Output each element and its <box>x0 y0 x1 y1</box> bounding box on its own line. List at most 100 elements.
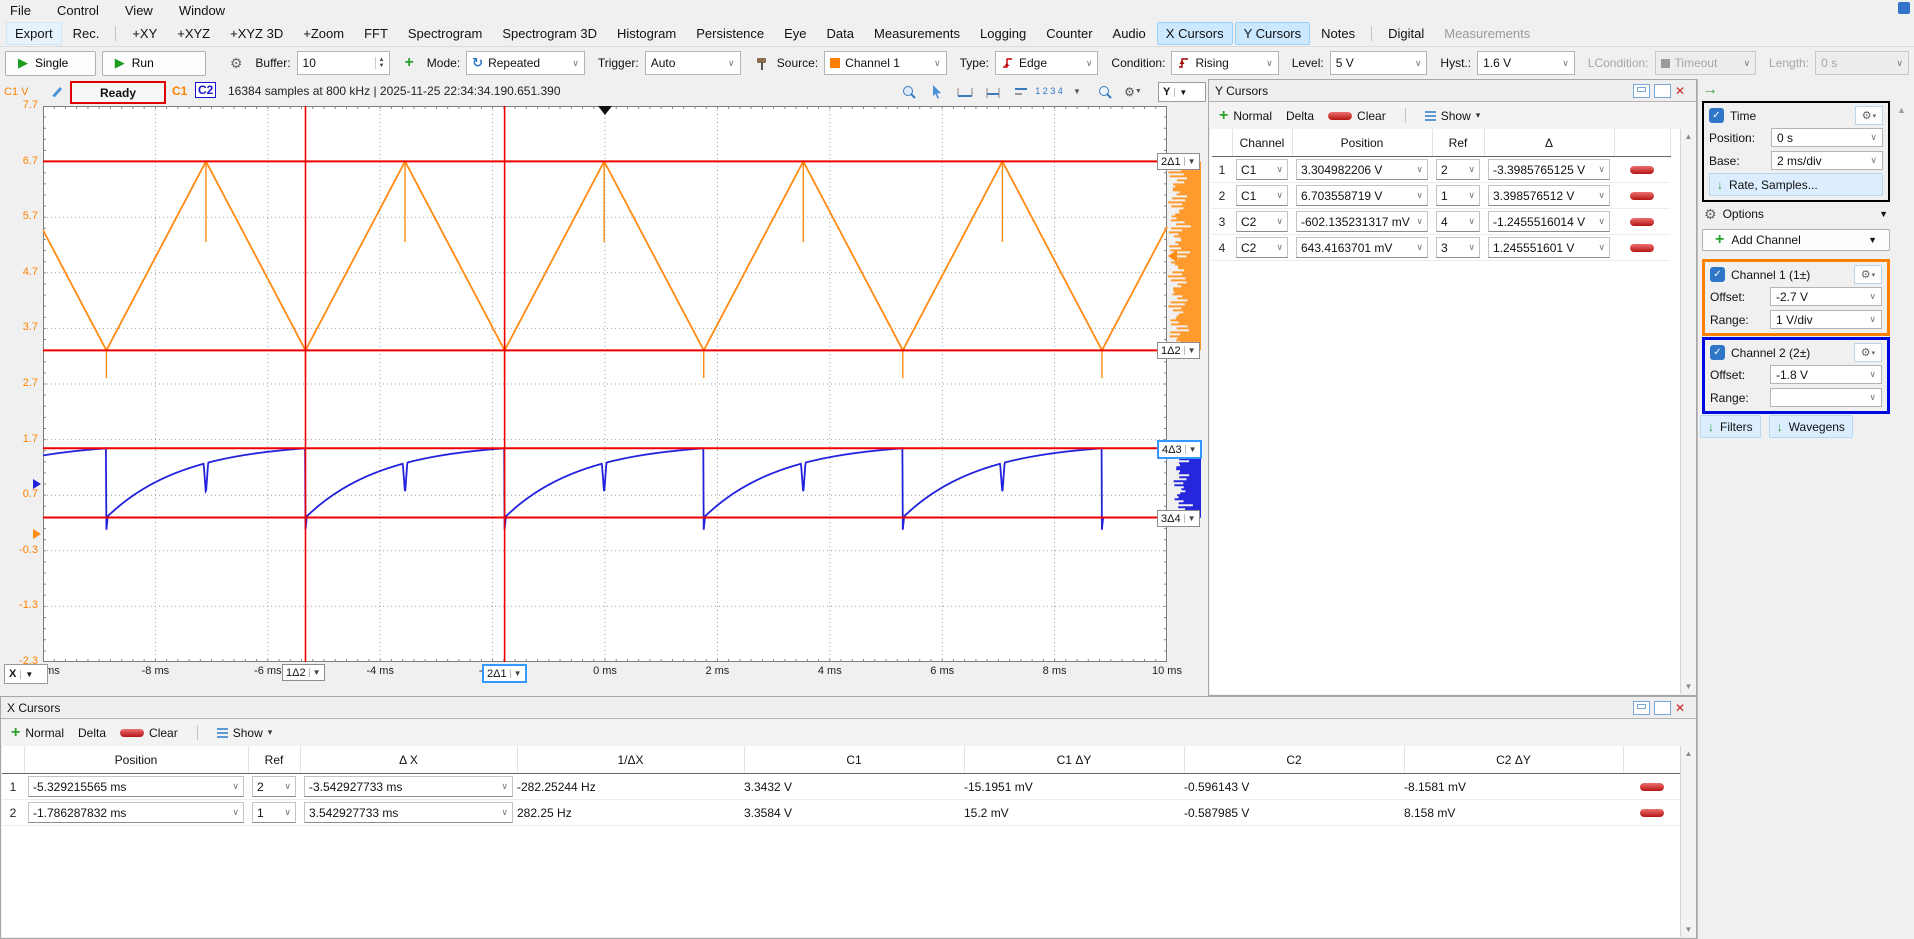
channel1-badge[interactable]: C1 <box>172 84 187 98</box>
spinner-arrows-icon[interactable]: ▲▼ <box>375 57 385 69</box>
delta-select[interactable]: -1.2455516014 V∨ <box>1488 211 1610 232</box>
tab-spectrogram-3d[interactable]: Spectrogram 3D <box>493 22 606 45</box>
fit-horizontal-icon[interactable] <box>954 82 976 101</box>
average-plus-icon[interactable]: + <box>404 54 413 72</box>
ref-select[interactable]: 2∨ <box>252 776 296 797</box>
lcondition-select[interactable]: Timeout ∨ <box>1655 51 1757 75</box>
ref-select[interactable]: 1∨ <box>252 802 296 823</box>
wavegens-button[interactable]: ↓ Wavegens <box>1769 415 1853 438</box>
scroll-down-icon[interactable]: ▼ <box>1685 682 1693 691</box>
tab--xyz-3d[interactable]: +XYZ 3D <box>221 22 292 45</box>
tab-spectrogram[interactable]: Spectrogram <box>399 22 491 45</box>
tab-y-cursors[interactable]: Y Cursors <box>1235 22 1311 45</box>
channel1-offset-select[interactable]: -2.7 V∨ <box>1770 287 1882 306</box>
y-cursor-tag-4[interactable]: 3Δ4▼ <box>1157 510 1200 527</box>
channel-select[interactable]: C2∨ <box>1236 237 1288 258</box>
length-select[interactable]: 0 s ∨ <box>1815 51 1909 75</box>
pointer-icon[interactable] <box>926 82 948 101</box>
time-gear-button[interactable]: ⚙▾ <box>1855 106 1883 125</box>
tab-x-cursors[interactable]: X Cursors <box>1157 22 1233 45</box>
source-select[interactable]: Channel 1 ∨ <box>824 51 946 75</box>
fit-vertical-icon[interactable] <box>982 82 1004 101</box>
scroll-down-icon[interactable]: ▼ <box>1685 925 1693 934</box>
close-icon[interactable]: ✕ <box>1675 702 1690 714</box>
tab-counter[interactable]: Counter <box>1037 22 1101 45</box>
expand-arrow-icon[interactable]: → <box>1702 81 1718 99</box>
x-cursors-scrollbar[interactable]: ▲ ▼ <box>1680 746 1696 937</box>
hysteresis-select[interactable]: 1.6 V ∨ <box>1477 51 1575 75</box>
undock-icon[interactable] <box>1633 701 1650 715</box>
ref-select[interactable]: 4∨ <box>1436 211 1480 232</box>
rate-samples-button[interactable]: ↓ Rate, Samples... <box>1709 173 1883 196</box>
delta-select[interactable]: 1.245551601 V∨ <box>1488 237 1610 258</box>
x-cursor-tag-1[interactable]: 1Δ2▼ <box>282 664 325 681</box>
time-checkbox[interactable]: ✓ <box>1709 108 1724 123</box>
condition-select[interactable]: Rising ∨ <box>1171 51 1278 75</box>
time-position-select[interactable]: 0 s∨ <box>1771 128 1883 147</box>
show-menu-button[interactable]: Show ▾ <box>217 726 273 740</box>
y-cursor-tag-3[interactable]: 4Δ3▼ <box>1157 440 1202 459</box>
type-select[interactable]: Edge ∨ <box>995 51 1098 75</box>
menu-window[interactable]: Window <box>179 3 225 18</box>
maximize-icon[interactable] <box>1654 84 1671 98</box>
add-normal-cursor-button[interactable]: + Normal <box>11 724 64 742</box>
channel-select[interactable]: C1∨ <box>1236 159 1288 180</box>
remove-cursor-button[interactable] <box>1640 809 1664 817</box>
options-button[interactable]: ⚙ Options ▼ <box>1704 205 1888 223</box>
zoom-icon[interactable] <box>898 82 920 101</box>
channel1-gear-button[interactable]: ⚙▾ <box>1854 265 1882 284</box>
y-cursor-tag-2[interactable]: 1Δ2▼ <box>1157 342 1200 359</box>
delta-x-select[interactable]: -3.542927733 ms∨ <box>304 776 513 797</box>
dropdown-arrow-icon[interactable]: ▼ <box>1066 82 1088 101</box>
y-cursors-scrollbar[interactable]: ▲ ▼ <box>1680 129 1696 694</box>
scroll-up-icon[interactable]: ▲ <box>1897 105 1906 115</box>
position-select[interactable]: -1.786287832 ms∨ <box>28 802 244 823</box>
x-cursor-tag-2[interactable]: 2Δ1▼ <box>482 664 527 683</box>
remove-cursor-button[interactable] <box>1630 244 1654 252</box>
tab-measurements[interactable]: Measurements <box>865 22 969 45</box>
delta-x-select[interactable]: 3.542927733 ms∨ <box>304 802 513 823</box>
channel1-checkbox[interactable]: ✓ <box>1710 267 1725 282</box>
annotation-pen-icon[interactable] <box>50 83 64 98</box>
tab-data[interactable]: Data <box>818 22 863 45</box>
scroll-up-icon[interactable]: ▲ <box>1685 132 1693 141</box>
menu-control[interactable]: Control <box>57 3 99 18</box>
tab-fft[interactable]: FFT <box>355 22 397 45</box>
single-button[interactable]: ▶ Single <box>5 51 96 76</box>
ch1-zero-marker[interactable] <box>33 529 41 539</box>
buffer-gear-icon[interactable]: ⚙ <box>230 55 243 72</box>
time-base-select[interactable]: 2 ms/div∨ <box>1771 151 1883 170</box>
settings-gear-icon[interactable]: ⚙▼ <box>1122 82 1144 101</box>
channel-select[interactable]: C2∨ <box>1236 211 1288 232</box>
channel2-checkbox[interactable]: ✓ <box>1710 345 1725 360</box>
tab-export[interactable]: Export <box>6 22 62 45</box>
trigger-level-marker[interactable] <box>1168 250 1177 262</box>
channels-1234-icon[interactable]: 1 2 3 4 <box>1038 82 1060 101</box>
run-button[interactable]: ▶ Run <box>102 51 206 76</box>
channel-select[interactable]: C1∨ <box>1236 185 1288 206</box>
tab-audio[interactable]: Audio <box>1104 22 1155 45</box>
add-channel-button[interactable]: + Add Channel ▼ <box>1702 229 1890 251</box>
position-select[interactable]: 3.304982206 V∨ <box>1296 159 1428 180</box>
tab-eye[interactable]: Eye <box>775 22 815 45</box>
tab-notes[interactable]: Notes <box>1312 22 1364 45</box>
position-select[interactable]: 643.4163701 mV∨ <box>1296 237 1428 258</box>
delta-select[interactable]: 3.398576512 V∨ <box>1488 185 1610 206</box>
level-select[interactable]: 5 V ∨ <box>1330 51 1428 75</box>
tab--zoom[interactable]: +Zoom <box>294 22 353 45</box>
channel2-badge[interactable]: C2 <box>195 82 216 98</box>
tab-histogram[interactable]: Histogram <box>608 22 685 45</box>
position-select[interactable]: 6.703558719 V∨ <box>1296 185 1428 206</box>
magnifier-icon[interactable] <box>1094 82 1116 101</box>
channel2-offset-select[interactable]: -1.8 V∨ <box>1770 365 1882 384</box>
ref-select[interactable]: 1∨ <box>1436 185 1480 206</box>
show-menu-button[interactable]: Show ▾ <box>1425 109 1481 123</box>
undock-icon[interactable] <box>1633 84 1650 98</box>
ref-select[interactable]: 2∨ <box>1436 159 1480 180</box>
remove-cursor-button[interactable] <box>1630 192 1654 200</box>
delta-select[interactable]: -3.3985765125 V∨ <box>1488 159 1610 180</box>
tab--xy[interactable]: +XY <box>123 22 166 45</box>
tab-persistence[interactable]: Persistence <box>687 22 773 45</box>
add-delta-cursor-button[interactable]: Delta <box>78 726 106 740</box>
position-select[interactable]: -5.329215565 ms∨ <box>28 776 244 797</box>
